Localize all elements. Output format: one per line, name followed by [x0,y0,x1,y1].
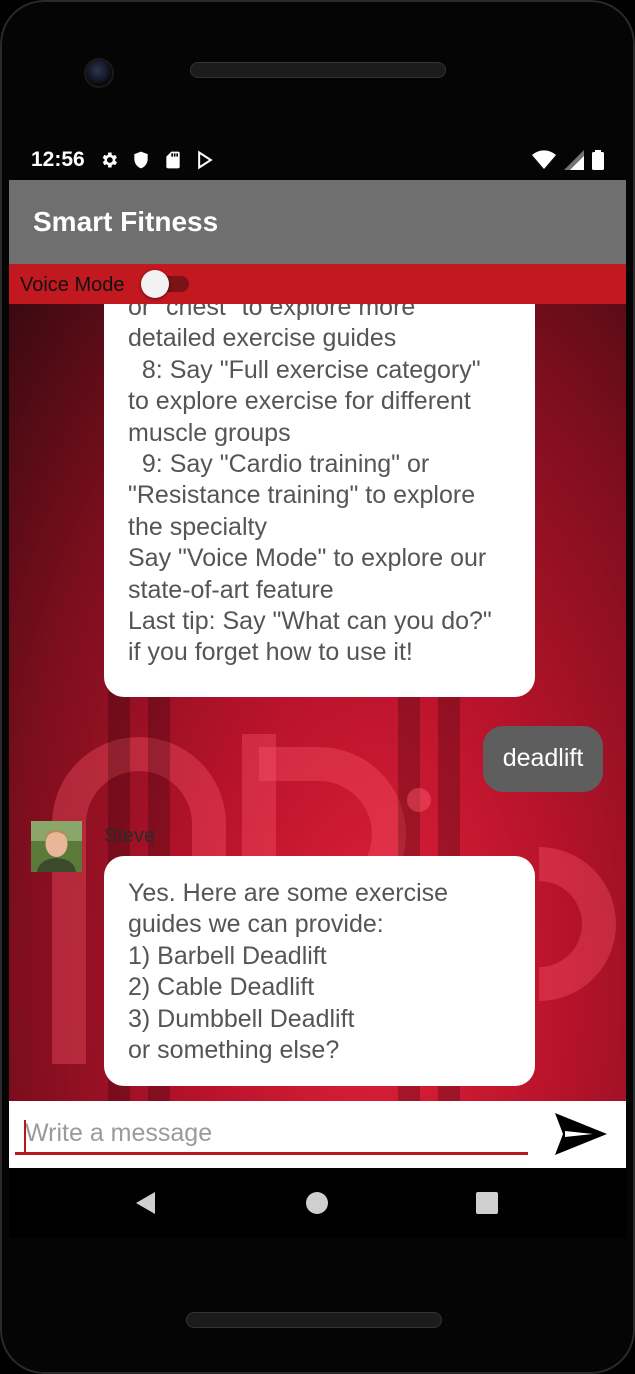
chat-area[interactable]: or "chest" to explore more detailed exer… [9,304,626,1101]
bot-message-bubble: Yes. Here are some exercise guides we ca… [104,856,535,1086]
sd-card-icon [166,151,180,169]
message-text: deadlift [502,744,584,773]
navigation-bar [9,1168,626,1238]
voice-mode-label: Voice Mode [20,274,125,296]
avatar-image [31,821,82,872]
bottom-speaker [186,1312,442,1328]
recents-icon[interactable] [472,1188,502,1218]
user-message-bubble: deadlift [483,726,603,792]
avatar [31,821,82,872]
voice-mode-bar: Voice Mode [9,264,626,304]
send-icon[interactable] [553,1111,609,1157]
bot-message-bubble: or "chest" to explore more detailed exer… [104,304,535,697]
status-time: 12:56 [31,148,85,171]
message-composer [9,1101,626,1168]
wifi-icon [532,150,556,169]
voice-mode-toggle[interactable] [141,270,189,298]
message-input[interactable] [15,1115,528,1155]
app-title: Smart Fitness [33,206,219,237]
cell-signal-icon [564,150,584,170]
home-icon[interactable] [302,1188,332,1218]
sender-name: Steve [104,825,156,847]
message-text: Yes. Here are some exercise guides we ca… [128,879,449,1065]
shield-icon [134,151,148,169]
app-bar: Smart Fitness [9,180,626,264]
status-bar: 12:56 [9,140,626,180]
phone-frame: 12:56 Smart Fitness Voice Mode or "chest… [0,0,635,1374]
play-store-icon [198,150,213,170]
toggle-thumb [141,270,169,298]
gear-icon [102,152,117,168]
front-camera [84,58,114,88]
battery-icon [592,150,604,170]
earpiece-speaker [190,62,446,78]
text-cursor [24,1120,26,1152]
back-icon[interactable] [131,1188,161,1218]
message-text: or "chest" to explore more detailed exer… [128,304,492,667]
